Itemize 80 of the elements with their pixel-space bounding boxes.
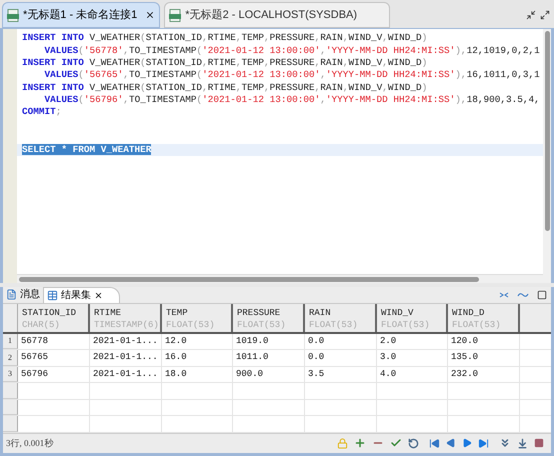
previous-icon[interactable]	[446, 438, 456, 448]
row-header[interactable]: 3	[3, 366, 18, 382]
message-icon	[6, 289, 17, 300]
table-cell-text: 135.0	[451, 351, 478, 364]
table-cell-text: 18.0	[165, 368, 187, 381]
column-name: RAIN	[309, 306, 332, 319]
table-cell-text: 2021-01-1...	[93, 368, 158, 381]
column-header[interactable]: RTIME TIMESTAMP(6)	[90, 304, 162, 332]
column-name: RTIME	[94, 306, 122, 319]
down-to-end-icon[interactable]	[517, 438, 528, 449]
close-icon[interactable]	[145, 10, 156, 20]
column-type: FLOAT(53)	[309, 318, 359, 331]
close-icon[interactable]	[94, 290, 103, 300]
table-cell-text: 120.0	[451, 334, 478, 348]
table-cell-text: 56765	[21, 351, 48, 364]
next-icon[interactable]	[462, 438, 472, 448]
table-cell-text: 4.0	[380, 368, 396, 381]
code-line: COMMIT;	[22, 106, 62, 118]
table-cell-text: 1011.0	[236, 351, 268, 364]
column-type: FLOAT(53)	[452, 318, 502, 331]
table-cell-text: 12.0	[165, 334, 187, 348]
sql-file-icon	[7, 8, 19, 22]
first-icon[interactable]	[429, 438, 440, 449]
table-cell-text: 16.0	[165, 351, 187, 364]
column-header[interactable]: RAIN FLOAT(53)	[305, 304, 377, 332]
sql-file-icon	[169, 8, 182, 22]
code-line: VALUES('56778',TO_TIMESTAMP('2021-01-12 13:00:00','YYYY-MM-DD HH24:MI:SS'),12,1019,0,2,1	[44, 44, 540, 56]
row-header[interactable]: 2	[3, 350, 18, 366]
scrollbar-thumb[interactable]	[544, 31, 550, 232]
table-cell-text: 1019.0	[236, 334, 268, 348]
double-down-icon[interactable]	[499, 437, 511, 450]
table-cell-text: 2021-01-1...	[93, 334, 158, 348]
table-cell-text: 3.5	[308, 368, 324, 381]
code-line: INSERT INTO V_WEATHER(STATION_ID,RTIME,TEMP,PRESSURE,RAIN,WIND_V,WIND_D)	[22, 32, 428, 44]
table-cell-text: 2.0	[380, 334, 396, 348]
column-type: FLOAT(53)	[381, 318, 431, 331]
row-number: 3	[8, 368, 12, 380]
table-cell-text: 3.0	[380, 351, 396, 364]
column-header[interactable]: STATION_ID CHAR(5)	[18, 304, 90, 332]
last-icon[interactable]	[478, 438, 489, 449]
maximize-icon[interactable]	[537, 290, 547, 300]
table-cell-text: 232.0	[451, 368, 478, 381]
column-name: STATION_ID	[22, 306, 78, 319]
table-cell-text: 0.0	[308, 351, 324, 364]
plus-icon[interactable]	[354, 437, 366, 450]
column-name: PRESSURE	[237, 306, 282, 319]
table-cell-text: 56796	[21, 368, 48, 381]
stop-icon[interactable]	[534, 438, 544, 448]
undo-icon[interactable]	[408, 438, 419, 449]
collapse-icon[interactable]	[499, 290, 509, 299]
table-icon	[47, 290, 58, 301]
column-header[interactable]: WIND_D FLOAT(53)	[448, 304, 520, 332]
column-type: FLOAT(53)	[237, 318, 287, 331]
table-cell-text: 56778	[21, 334, 48, 348]
column-name: TEMP	[166, 306, 189, 319]
editor-tab[interactable]: *无标题2 - LOCALHOST(SYSDBA)	[164, 2, 390, 28]
row-number: 1	[8, 335, 12, 348]
column-type: FLOAT(53)	[166, 318, 216, 331]
result-tab[interactable]: 结果集	[43, 286, 120, 303]
code-line: INSERT INTO V_WEATHER(STATION_ID,RTIME,TEMP,PRESSURE,RAIN,WIND_V,WIND_D)	[22, 82, 428, 93]
column-header[interactable]: TEMP FLOAT(53)	[162, 304, 233, 332]
code-line: INSERT INTO V_WEATHER(STATION_ID,RTIME,TEMP,PRESSURE,RAIN,WIND_V,WIND_D)	[22, 56, 428, 68]
column-type: TIMESTAMP(6)	[94, 318, 160, 331]
minimize-icon[interactable]	[526, 10, 536, 20]
code-line: VALUES('56765',TO_TIMESTAMP('2021-01-12 13:00:00','YYYY-MM-DD HH24:MI:SS'),16,1011,0,3,1	[44, 69, 540, 80]
column-header[interactable]: PRESSURE FLOAT(53)	[233, 304, 305, 332]
row-header[interactable]: 1	[3, 334, 18, 350]
maximize-icon[interactable]	[540, 10, 550, 20]
row-number: 2	[8, 352, 12, 364]
column-type: CHAR(5)	[22, 318, 61, 331]
code-line: VALUES('56796',TO_TIMESTAMP('2021-01-12 13:00:00','YYYY-MM-DD HH24:MI:SS'),18,900,3.5,4,	[44, 94, 540, 106]
column-header[interactable]: WIND_V FLOAT(53)	[377, 304, 448, 332]
scrollbar-thumb[interactable]	[19, 276, 479, 282]
table-cell-text: 0.0	[308, 334, 324, 348]
column-name: WIND_D	[452, 306, 486, 319]
editor-tab[interactable]: *无标题1 - 未命名连接1	[2, 2, 160, 28]
table-cell-text: 900.0	[236, 368, 264, 381]
column-name: WIND_V	[381, 306, 414, 319]
status-text: 3行, 0.001秒	[6, 436, 54, 450]
table-cell-text: 2021-01-1...	[93, 351, 158, 364]
